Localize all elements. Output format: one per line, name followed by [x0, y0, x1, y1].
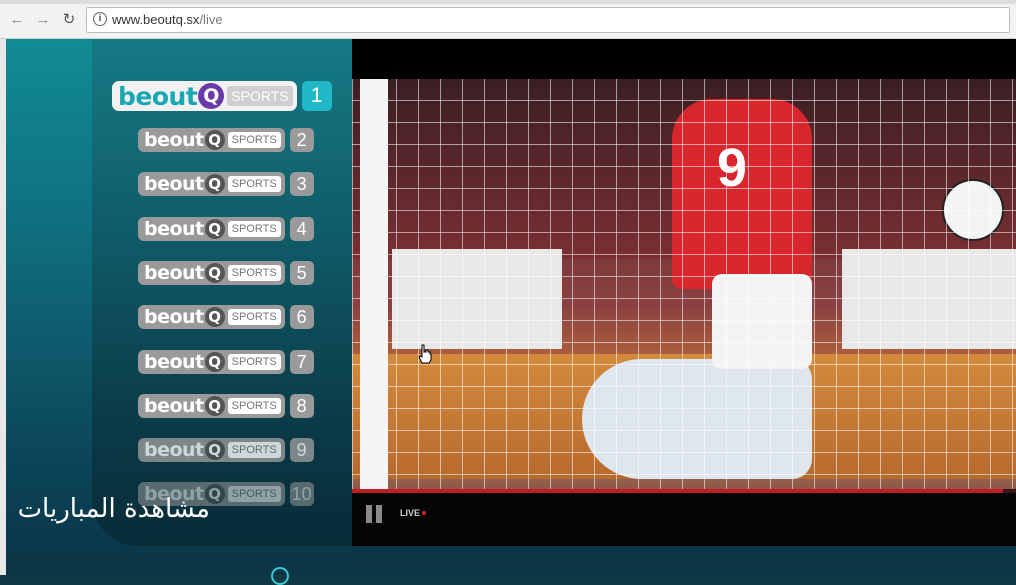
channel-item-1[interactable]: beout Q SPORTS 1	[112, 81, 332, 111]
channel-panel	[92, 39, 392, 546]
beoutq-sports-logo: beout Q SPORTS	[112, 81, 297, 111]
live-label: LIVE	[400, 508, 421, 518]
beoutq-sports-logo: beout Q SPORTS	[138, 260, 285, 285]
beoutq-sports-logo: beout Q SPORTS	[138, 216, 285, 241]
channel-item-2[interactable]: beout Q SPORTS 2	[138, 128, 314, 152]
logo-q: Q	[204, 174, 225, 195]
logo-q: Q	[204, 395, 225, 416]
channel-number: 2	[289, 128, 314, 152]
channel-number: 4	[289, 216, 314, 241]
beoutq-sports-logo: beout Q SPORTS	[138, 172, 285, 197]
live-badge: LIVE	[400, 508, 427, 518]
logo-q: Q	[204, 262, 225, 283]
page-body: beout Q SPORTS 1 beout Q SPORTS 2 beout Q SPORTS 3 b…	[0, 39, 1016, 575]
channel-number: 6	[289, 305, 314, 330]
logo-word: beout	[144, 173, 204, 196]
url-host: www.beoutq.sx	[112, 12, 200, 27]
address-bar[interactable]: i www.beoutq.sx/live	[86, 7, 1010, 33]
beoutq-sports-logo: beout Q SPORTS	[138, 128, 285, 152]
logo-word: beout	[144, 217, 204, 240]
logo-sports: SPORTS	[227, 309, 281, 326]
channel-item-4[interactable]: beout Q SPORTS 4	[138, 216, 314, 241]
channel-number: 10	[289, 482, 314, 507]
logo-sports: SPORTS	[227, 86, 293, 106]
url-path: /live	[199, 12, 223, 27]
logo-sports: SPORTS	[227, 264, 281, 281]
channel-item-9[interactable]: beout Q SPORTS 9	[138, 438, 314, 463]
channel-number: 3	[289, 172, 314, 197]
logo-word: beout	[144, 394, 204, 417]
logo-q: Q	[204, 307, 225, 328]
logo-sports: SPORTS	[227, 176, 281, 193]
logo-q: Q	[204, 440, 225, 461]
logo-sports: SPORTS	[227, 220, 281, 237]
logo-q: Q	[198, 83, 225, 109]
back-arrow-icon[interactable]: ←	[8, 11, 26, 29]
tab-strip	[0, 0, 1016, 4]
video-player[interactable]: 9 LIVE	[352, 39, 1016, 546]
hand-cursor-icon	[418, 344, 432, 364]
logo-sports: SPORTS	[227, 442, 281, 459]
channel-number: 9	[289, 438, 314, 463]
live-dot-icon	[422, 511, 427, 515]
url-text: www.beoutq.sx/live	[112, 12, 223, 27]
logo-sports: SPORTS	[227, 397, 281, 414]
channel-item-6[interactable]: beout Q SPORTS 6	[138, 305, 314, 330]
channel-number: 5	[289, 260, 314, 285]
logo-q: Q	[204, 218, 225, 239]
info-icon[interactable]: i	[93, 12, 107, 26]
progress-fill	[352, 489, 1003, 493]
beoutq-sports-logo: beout Q SPORTS	[138, 393, 285, 418]
goal-post	[360, 79, 388, 489]
channel-number: 7	[289, 349, 314, 374]
browser-toolbar: ← → ↻ i www.beoutq.sx/live	[0, 0, 1016, 39]
video-frame[interactable]: 9	[352, 79, 1016, 489]
channel-item-7[interactable]: beout Q SPORTS 7	[138, 349, 314, 374]
logo-sports: SPORTS	[227, 486, 281, 503]
logo-word: beout	[144, 129, 204, 151]
logo-word: beout	[144, 439, 204, 462]
channel-number: 8	[289, 393, 314, 418]
pause-icon[interactable]	[366, 505, 384, 523]
progress-bar[interactable]	[352, 489, 1016, 493]
logo-word: beout	[144, 306, 204, 329]
logo-q: Q	[204, 351, 225, 372]
beoutq-sports-logo: beout Q SPORTS	[138, 349, 285, 374]
channel-number: 1	[301, 81, 332, 111]
channel-item-3[interactable]: beout Q SPORTS 3	[138, 172, 314, 197]
logo-word: beout	[118, 81, 198, 111]
channel-item-5[interactable]: beout Q SPORTS 5	[138, 260, 314, 285]
beoutq-sports-logo: beout Q SPORTS	[138, 305, 285, 330]
player-controls: LIVE	[352, 489, 1016, 546]
scroll-indicator-icon[interactable]	[271, 567, 289, 585]
beoutq-sports-logo: beout Q SPORTS	[138, 438, 285, 463]
logo-q: Q	[204, 130, 225, 150]
logo-word: beout	[144, 261, 204, 284]
logo-word: beout	[144, 350, 204, 373]
goal-net	[352, 79, 1016, 489]
channel-item-8[interactable]: beout Q SPORTS 8	[138, 393, 314, 418]
forward-arrow-icon[interactable]: →	[34, 11, 52, 29]
reload-icon[interactable]: ↻	[60, 11, 78, 29]
logo-sports: SPORTS	[227, 132, 281, 148]
logo-sports: SPORTS	[227, 353, 281, 370]
watch-matches-text: مشاهدة المباريات	[17, 494, 210, 524]
